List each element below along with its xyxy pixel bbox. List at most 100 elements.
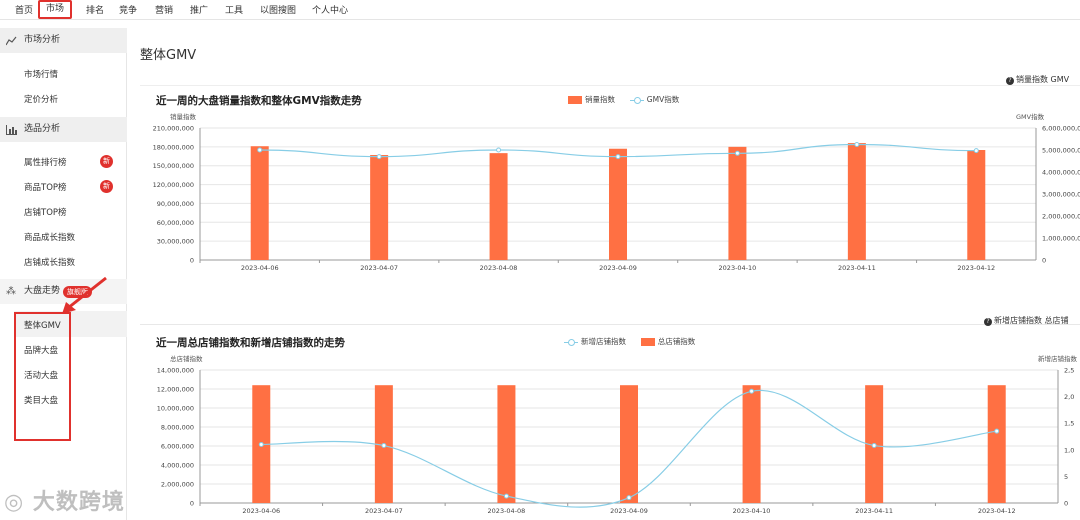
x-tick-label: 2023-04-06 bbox=[242, 507, 280, 515]
right-tick-label: 1,5 bbox=[1064, 420, 1074, 428]
legend-line-swatch bbox=[564, 338, 578, 346]
left-tick-label: 10,000,000 bbox=[157, 405, 194, 413]
right-tick-label: 1,0 bbox=[1064, 446, 1074, 454]
help-links[interactable]: ? 销量指数 GMV bbox=[1006, 74, 1069, 85]
left-tick-label: 8,000,000 bbox=[161, 424, 194, 432]
x-tick-label: 2023-04-10 bbox=[733, 507, 771, 515]
trend-line-icon bbox=[5, 28, 17, 56]
right-tick-label: 5 bbox=[1064, 473, 1068, 481]
watermark-logo-icon: ◎ bbox=[4, 490, 25, 515]
sidebar-item-store-growth[interactable]: 店铺成长指数 bbox=[24, 256, 75, 268]
new-badge: 新 bbox=[100, 180, 113, 193]
bar bbox=[847, 143, 866, 260]
left-tick-label: 210,000,000 bbox=[153, 125, 194, 133]
bar bbox=[370, 155, 389, 260]
line-point bbox=[973, 148, 979, 154]
line-point bbox=[734, 150, 740, 156]
chart2: 总店铺指数 新增店铺指数 0 2,000,000 4,000,000 6,000,000 8… bbox=[157, 354, 1078, 515]
sidebar-item-product-growth[interactable]: 商品成长指数 bbox=[24, 231, 75, 243]
nav-image-search[interactable]: 以图搜图 bbox=[260, 3, 296, 16]
x-tick-label: 2023-04-09 bbox=[599, 264, 637, 272]
help-links[interactable]: ? 新增店铺指数 总店铺 bbox=[984, 315, 1069, 326]
chart1-legend[interactable]: 销量指数 GMV指数 bbox=[568, 94, 679, 105]
sidebar-item-market-trend[interactable]: 市场行情 bbox=[24, 68, 58, 80]
x-tick-label: 2023-04-08 bbox=[488, 507, 526, 515]
nav-competition[interactable]: 竞争 bbox=[119, 3, 137, 16]
left-tick-label: 90,000,000 bbox=[157, 200, 194, 208]
nav-marketing[interactable]: 营销 bbox=[155, 3, 173, 16]
right-axis-label: 新增店铺指数 bbox=[1038, 354, 1078, 363]
chart1: 销量指数 GMV指数 0 30,000,000 60,000,000 90,000,000… bbox=[153, 112, 1080, 272]
left-tick-label: 120,000,000 bbox=[153, 181, 194, 189]
legend-line-swatch bbox=[629, 96, 644, 104]
x-tick-label: 2023-04-06 bbox=[241, 264, 279, 272]
divider bbox=[140, 324, 1080, 325]
sidebar-group-label: 市场分析 bbox=[24, 35, 61, 45]
left-axis-label: 销量指数 bbox=[170, 112, 197, 121]
legend-bar-swatch bbox=[640, 338, 655, 346]
left-tick-label: 2,000,000 bbox=[161, 481, 194, 489]
left-tick-label: 12,000,000 bbox=[157, 386, 194, 394]
bar bbox=[728, 146, 747, 260]
main-content: 整体GMV ? 销量指数 GMV 近一周的大盘销量指数和整体GMV指数走势 销量指… bbox=[128, 20, 1080, 520]
new-badge: 新 bbox=[100, 155, 113, 168]
x-tick-label: 2023-04-11 bbox=[855, 507, 893, 515]
sidebar-item-product-top[interactable]: 商品TOP榜 bbox=[24, 181, 67, 193]
nav-market[interactable]: 市场 bbox=[38, 0, 73, 19]
x-tick-label: 2023-04-12 bbox=[978, 507, 1016, 515]
line-point bbox=[376, 154, 382, 160]
bar bbox=[497, 385, 516, 503]
sidebar-item-attribute-rank[interactable]: 属性排行榜 bbox=[24, 156, 67, 168]
legend-bar-swatch bbox=[568, 96, 582, 104]
sidebar-item-pricing[interactable]: 定价分析 bbox=[24, 93, 58, 105]
left-axis-label: 总店铺指数 bbox=[170, 354, 203, 363]
sidebar-item-store-top[interactable]: 店铺TOP榜 bbox=[24, 206, 67, 218]
x-tick-label: 2023-04-10 bbox=[719, 264, 757, 272]
nav-promotion[interactable]: 推广 bbox=[190, 3, 208, 16]
bar bbox=[742, 385, 761, 503]
line-point bbox=[381, 443, 387, 449]
right-tick-label: 6,000,000,000 bbox=[1042, 125, 1080, 133]
line-point bbox=[871, 443, 877, 449]
nav-ranking[interactable]: 排名 bbox=[86, 3, 104, 16]
right-tick-label: 5,000,000,000 bbox=[1042, 147, 1080, 155]
line-point bbox=[257, 147, 263, 153]
help-icon: ? bbox=[1006, 77, 1014, 85]
watermark: ◎ 大数跨境 bbox=[4, 490, 125, 515]
right-axis-label: GMV指数 bbox=[1016, 112, 1045, 121]
sidebar-group-market[interactable]: 市场分析 bbox=[0, 28, 127, 53]
right-tick-label: 2,0 bbox=[1064, 393, 1074, 401]
line-point bbox=[503, 493, 509, 499]
left-tick-label: 14,000,000 bbox=[157, 367, 194, 375]
x-tick-label: 2023-04-07 bbox=[365, 507, 403, 515]
chart2-legend[interactable]: 新增店铺指数 总店铺指数 bbox=[564, 336, 695, 347]
line-point bbox=[496, 147, 502, 153]
nav-user-center[interactable]: 个人中心 bbox=[312, 3, 348, 16]
right-tick-label: 1,000,000,000 bbox=[1042, 235, 1080, 243]
nav-home[interactable]: 首页 bbox=[15, 3, 33, 16]
left-tick-label: 30,000,000 bbox=[157, 238, 194, 246]
line-point bbox=[258, 441, 264, 447]
right-tick-label: 4,000,000,000 bbox=[1042, 169, 1080, 177]
bar bbox=[987, 385, 1006, 503]
x-tick-label: 2023-04-09 bbox=[610, 507, 648, 515]
bar bbox=[489, 153, 508, 260]
left-tick-label: 6,000,000 bbox=[161, 443, 194, 451]
highlight-box bbox=[14, 312, 71, 441]
sidebar-group-selection[interactable]: 选品分析 bbox=[0, 117, 127, 142]
line-point bbox=[854, 142, 860, 147]
x-tick-label: 2023-04-12 bbox=[957, 264, 995, 272]
bar bbox=[967, 150, 986, 260]
right-tick-label: 0 bbox=[1064, 500, 1068, 508]
nav-tools[interactable]: 工具 bbox=[225, 3, 243, 16]
dots-icon: ⁂ bbox=[6, 286, 16, 297]
line-point bbox=[994, 428, 1000, 434]
sidebar-group-label: 选品分析 bbox=[24, 124, 61, 134]
x-tick-label: 2023-04-07 bbox=[360, 264, 398, 272]
left-tick-label: 4,000,000 bbox=[161, 462, 194, 470]
bar bbox=[250, 146, 269, 260]
left-tick-label: 0 bbox=[190, 257, 194, 265]
line-point bbox=[749, 388, 755, 394]
annotation-arrow-icon bbox=[62, 276, 107, 314]
left-tick-label: 60,000,000 bbox=[157, 219, 194, 227]
